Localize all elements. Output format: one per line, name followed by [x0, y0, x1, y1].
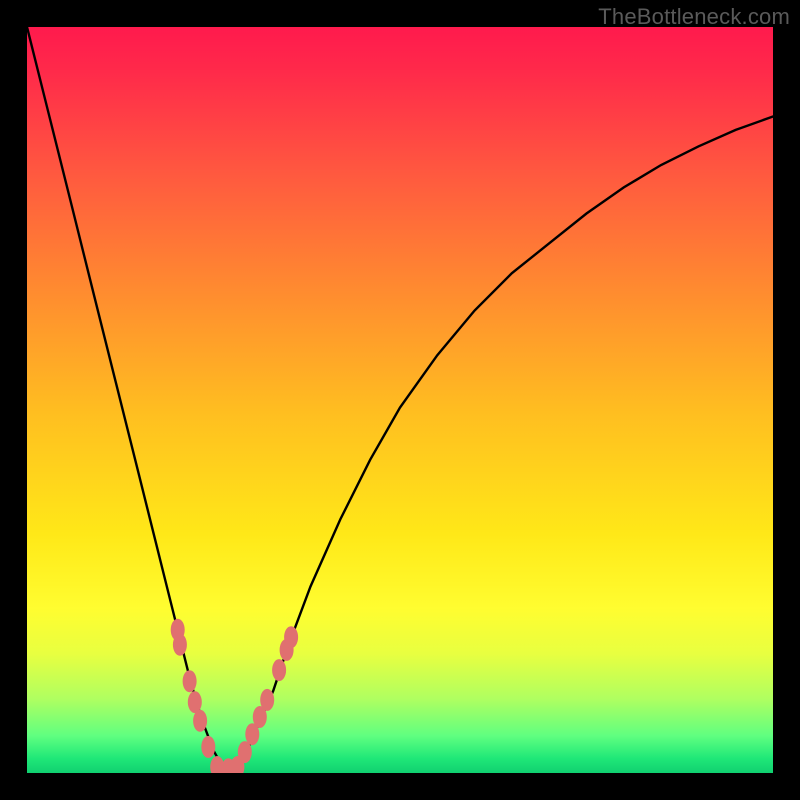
chart-area	[27, 27, 773, 773]
curve-marker	[260, 689, 274, 711]
curve-marker	[284, 626, 298, 648]
curve-marker	[272, 659, 286, 681]
curve-markers	[171, 619, 298, 773]
bottleneck-curve	[27, 27, 773, 773]
bottleneck-curve-svg	[27, 27, 773, 773]
curve-marker	[173, 634, 187, 656]
watermark-text: TheBottleneck.com	[598, 4, 790, 30]
curve-marker	[201, 736, 215, 758]
curve-marker	[183, 670, 197, 692]
curve-marker	[193, 710, 207, 732]
curve-marker	[188, 691, 202, 713]
